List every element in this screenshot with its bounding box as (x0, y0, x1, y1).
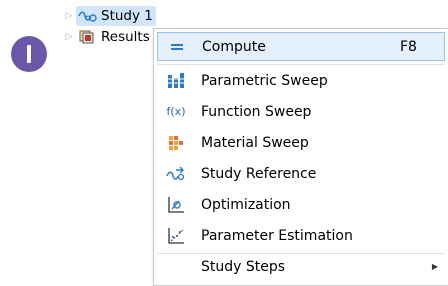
menu-label-optimization: Optimization (201, 196, 291, 213)
parametric-sweep-icon (165, 71, 187, 91)
material-sweep-icon (165, 133, 187, 153)
menu-label-study-steps: Study Steps (201, 258, 286, 275)
menu-label-compute: Compute (202, 38, 266, 55)
optimization-icon (165, 195, 187, 215)
shortcut-compute: F8 (400, 38, 417, 55)
tree-label-study: Study 1 (101, 8, 153, 24)
tree-label-results: Results (101, 29, 150, 45)
menu-item-study-reference[interactable]: Study Reference (157, 159, 445, 188)
menu-item-compute[interactable]: Compute F8 (157, 32, 445, 61)
menu-item-parametric-sweep[interactable]: Parametric Sweep (157, 66, 445, 95)
expand-arrow-icon[interactable]: ▷ (64, 31, 74, 43)
menu-item-material-sweep[interactable]: Material Sweep (157, 128, 445, 157)
menu-label-study-reference: Study Reference (201, 165, 317, 182)
study-steps-icon (165, 257, 187, 277)
menu-item-study-steps[interactable]: Study Steps ▶ (157, 252, 445, 281)
step-badge-mark (27, 45, 31, 63)
step-badge (11, 36, 47, 72)
results-icon (79, 30, 94, 44)
study-reference-icon (165, 164, 187, 184)
function-sweep-icon: f(x) (166, 105, 186, 118)
tree-node-results[interactable]: Results (76, 27, 153, 47)
study-icon (78, 11, 97, 22)
context-menu: Compute F8 Parametric Sweep f(x) Functio… (153, 28, 448, 286)
tree-item-study[interactable]: ▷ Study 1 (64, 5, 156, 27)
tree-item-results[interactable]: ▷ Results (64, 26, 153, 48)
menu-label-material-sweep: Material Sweep (201, 134, 309, 151)
compute-icon (166, 37, 188, 57)
menu-item-optimization[interactable]: Optimization (157, 190, 445, 219)
menu-separator (157, 64, 445, 65)
parameter-estimation-icon (165, 226, 187, 246)
menu-label-parameter-estimation: Parameter Estimation (201, 227, 353, 244)
submenu-arrow-icon: ▶ (431, 262, 439, 271)
menu-label-parametric-sweep: Parametric Sweep (201, 72, 328, 89)
menu-label-function-sweep: Function Sweep (201, 103, 312, 120)
tree-node-study-selected[interactable]: Study 1 (76, 6, 156, 26)
expand-arrow-icon[interactable]: ▷ (64, 10, 74, 22)
menu-item-parameter-estimation[interactable]: Parameter Estimation (157, 221, 445, 250)
menu-item-function-sweep[interactable]: f(x) Function Sweep (157, 97, 445, 126)
